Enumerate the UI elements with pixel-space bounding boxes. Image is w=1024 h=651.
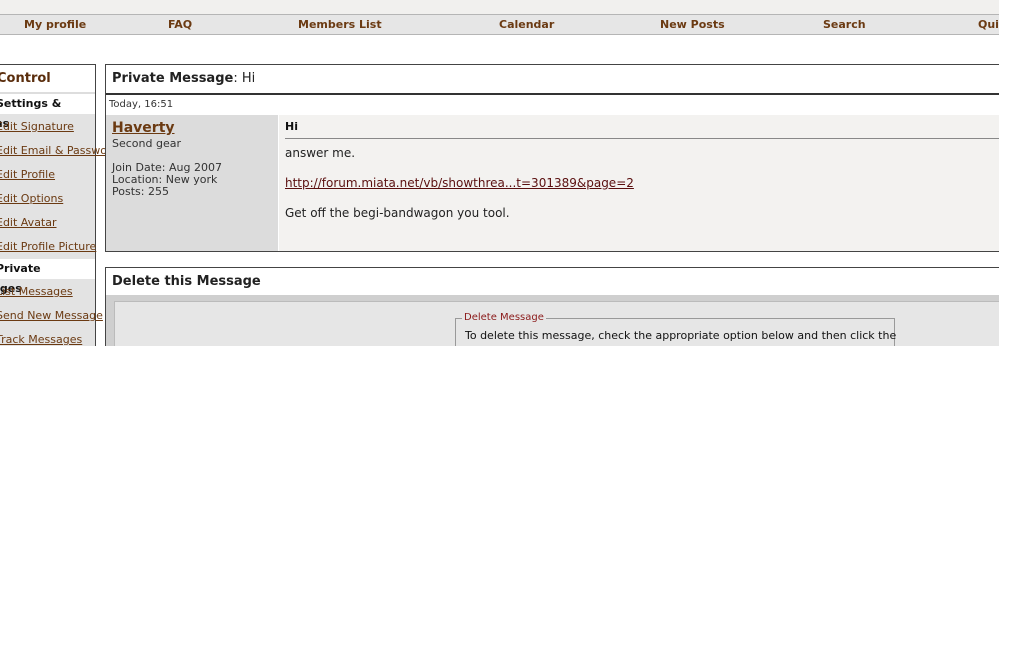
sidebar-link-options[interactable]: Edit Options — [0, 192, 63, 205]
header-subject: Hi — [241, 71, 256, 86]
sender-username[interactable]: Haverty — [112, 120, 175, 136]
private-message-panel: Private Message: Hi Today, 16:51 Haverty… — [105, 64, 999, 252]
nav-quick-links[interactable]: Quick Links — [978, 18, 999, 31]
message-divider — [285, 138, 999, 139]
sender-info: Haverty Second gear Join Date: Aug 2007 … — [106, 115, 278, 251]
nav-my-profile[interactable]: My profile — [24, 18, 86, 31]
sidebar-link-profile[interactable]: Edit Profile — [0, 168, 55, 181]
sidebar-link-profile-picture[interactable]: Edit Profile Picture — [0, 240, 96, 253]
message-link-line: http://forum.miata.net/vb/showthrea...t=… — [285, 176, 634, 190]
delete-body: Delete Message To delete this message, c… — [106, 295, 999, 346]
delete-inner: Delete Message To delete this message, c… — [114, 301, 999, 346]
sender-posts: Posts: 255 — [112, 185, 169, 198]
private-messages-heading: Private Messages — [0, 259, 95, 295]
delete-heading: Delete this Message — [112, 274, 261, 289]
nav-search[interactable]: Search — [823, 18, 866, 31]
header-label: Private Message — [112, 71, 234, 86]
header-colon: : — [233, 71, 242, 86]
message-body-line: Get off the begi-bandwagon you tool. — [285, 206, 510, 220]
nav-new-posts[interactable]: New Posts — [660, 18, 725, 31]
settings-options-heading: Settings & Options — [0, 94, 95, 130]
message-date: Today, 16:51 — [109, 99, 174, 110]
control-panel-title: Control Panel — [0, 65, 95, 113]
sidebar-link-signature[interactable]: Edit Signature — [0, 120, 74, 133]
navbar: My profile FAQ Members List Calendar New… — [0, 14, 999, 35]
nav-faq[interactable]: FAQ — [168, 18, 192, 31]
sidebar-link-track-messages[interactable]: Track Messages — [0, 333, 82, 346]
private-message-header: Private Message: Hi — [106, 65, 999, 95]
delete-fieldset: Delete Message To delete this message, c… — [455, 312, 897, 346]
sidebar-link-list-messages[interactable]: List Messages — [0, 285, 73, 298]
message-content: Hi answer me. http://forum.miata.net/vb/… — [279, 115, 999, 251]
nav-calendar[interactable]: Calendar — [499, 18, 554, 31]
browser-viewport: My profile FAQ Members List Calendar New… — [0, 0, 999, 346]
delete-message-panel: Delete this Message Delete Message To de… — [105, 267, 999, 346]
nav-members-list[interactable]: Members List — [298, 18, 382, 31]
delete-instructions: To delete this message, check the approp… — [465, 329, 897, 342]
thread-link[interactable]: http://forum.miata.net/vb/showthrea...t=… — [285, 176, 634, 190]
top-strip — [0, 0, 999, 14]
sender-title: Second gear — [112, 137, 181, 150]
message-title: Hi — [285, 120, 298, 133]
sender-stats: Join Date: Aug 2007 Location: New york P… — [112, 162, 222, 198]
delete-legend: Delete Message — [462, 312, 546, 323]
sidebar-link-send-message[interactable]: Send New Message — [0, 309, 103, 322]
sidebar-link-email-password[interactable]: Edit Email & Password — [0, 144, 118, 157]
control-panel-sidebar: Control Panel Settings & Options Edit Si… — [0, 64, 118, 346]
message-body-line: answer me. — [285, 146, 356, 160]
sidebar-link-avatar[interactable]: Edit Avatar — [0, 216, 57, 229]
